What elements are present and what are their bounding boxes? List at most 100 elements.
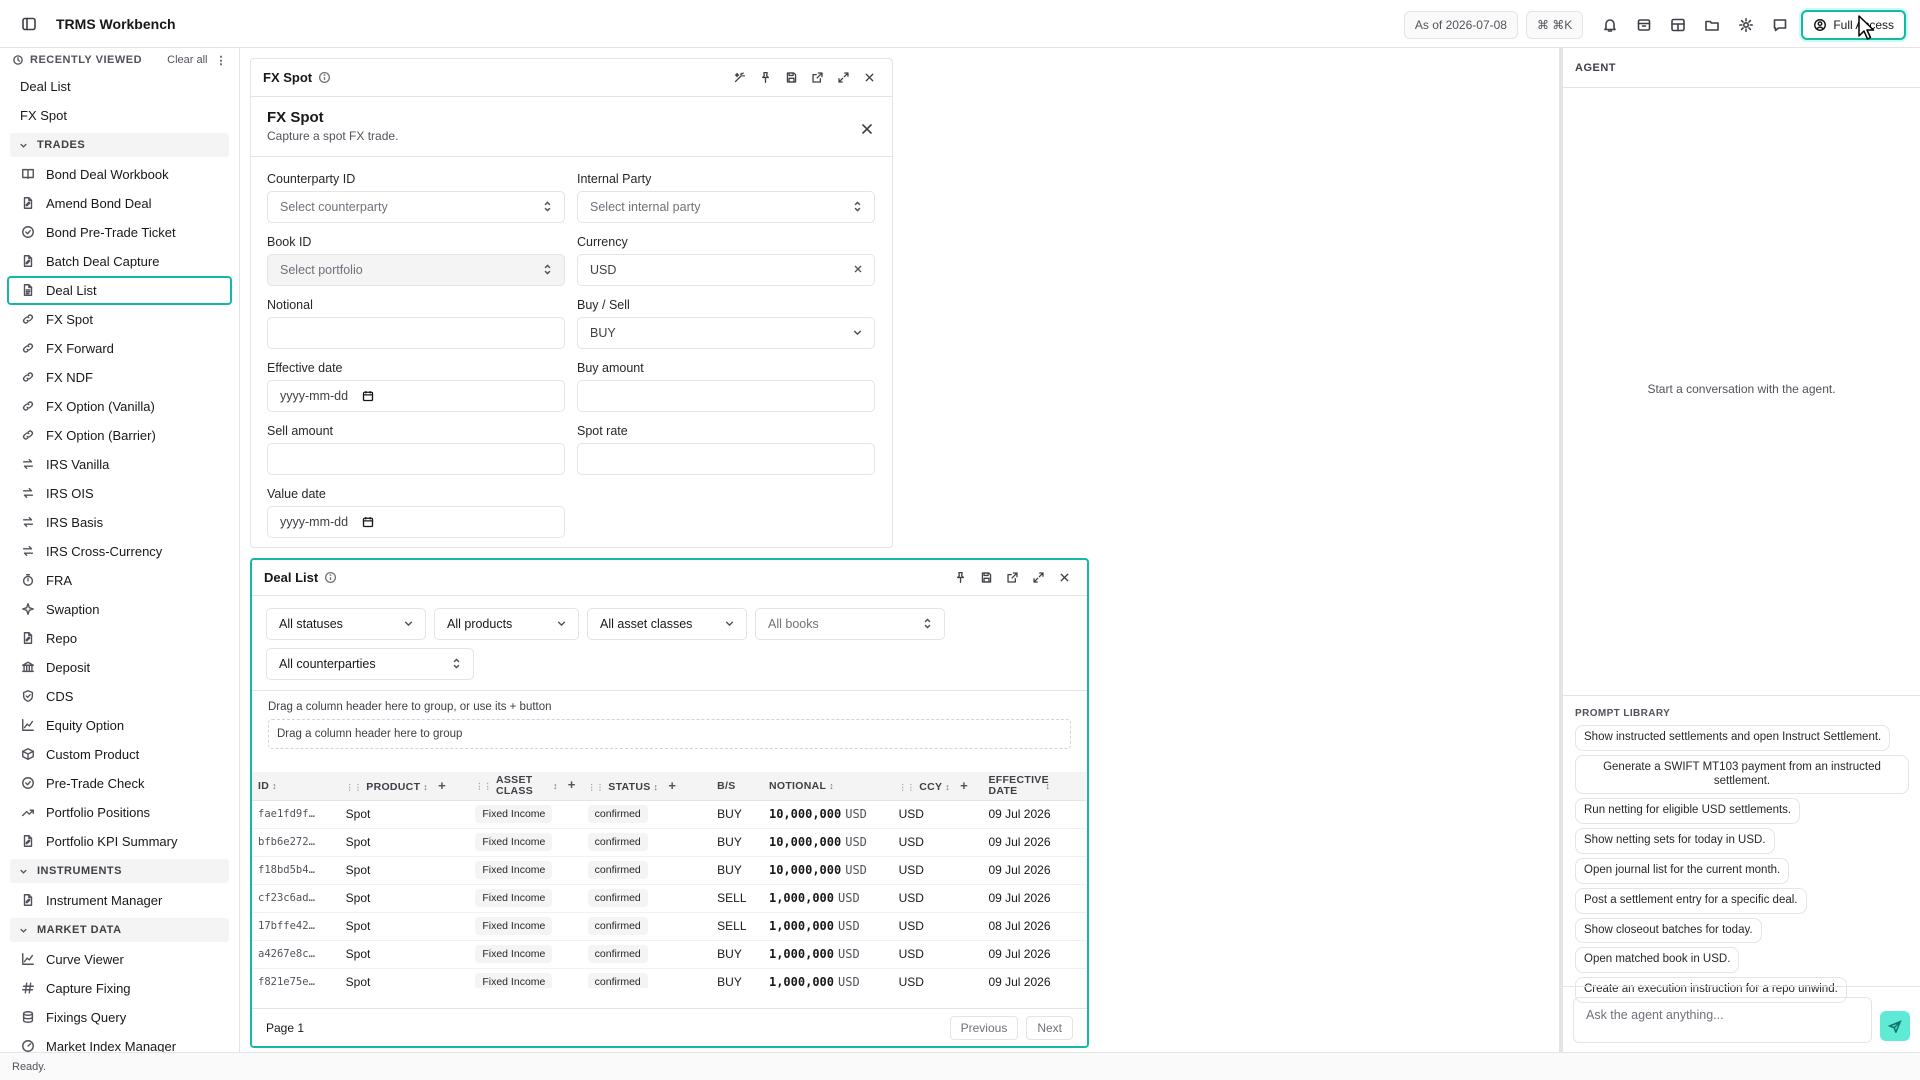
drag-handle-icon[interactable]: ⋮⋮ xyxy=(475,782,492,791)
sidebar-item-fx-spot[interactable]: FX Spot xyxy=(7,305,232,334)
sidebar-item-custom-product[interactable]: Custom Product xyxy=(7,740,232,769)
prompt-chip[interactable]: Show netting sets for today in USD. xyxy=(1575,828,1775,854)
column-header-product[interactable]: ⋮⋮ PRODUCT ↕ + xyxy=(339,772,470,801)
text-input[interactable] xyxy=(267,443,565,475)
recent-item[interactable]: Deal List xyxy=(0,72,239,101)
gear-icon[interactable] xyxy=(1733,11,1759,39)
sidebar-item-fixings-query[interactable]: Fixings Query xyxy=(7,1003,232,1032)
chat-icon[interactable] xyxy=(1767,11,1793,39)
table-row[interactable]: fae1fd9f… Spot Fixed Income confirmed BUY 10,… xyxy=(252,800,1086,829)
section-header-instruments[interactable]: INSTRUMENTS xyxy=(10,859,229,883)
sidebar-item-capture-fixing[interactable]: Capture Fixing xyxy=(7,974,232,1003)
magic-wand-icon[interactable] xyxy=(728,67,750,89)
drag-handle-icon[interactable]: ⋮⋮ xyxy=(588,783,605,792)
date-input[interactable]: yyyy-mm-dd xyxy=(267,380,565,412)
column-header-b-s[interactable]: B/S xyxy=(711,772,763,801)
sidebar-item-instrument-manager[interactable]: Instrument Manager xyxy=(7,886,232,915)
layout-icon[interactable] xyxy=(1665,11,1691,39)
group-dropzone[interactable]: Drag a column header here to group xyxy=(268,719,1071,749)
add-group-icon[interactable]: + xyxy=(438,778,446,793)
save-icon[interactable] xyxy=(780,67,802,89)
filter-all-statuses[interactable]: All statuses xyxy=(266,608,426,640)
sort-icon[interactable]: ↕ xyxy=(945,782,950,792)
sidebar-item-pre-trade-check[interactable]: Pre-Trade Check xyxy=(7,769,232,798)
sidebar-item-bond-deal-workbook[interactable]: Bond Deal Workbook xyxy=(7,160,232,189)
full-access-button[interactable]: Full Access xyxy=(1801,10,1906,40)
sort-icon[interactable]: ↕ xyxy=(553,781,558,791)
section-header-market-data[interactable]: MARKET DATA xyxy=(10,918,229,942)
folder-icon[interactable] xyxy=(1699,11,1725,39)
prompt-chip[interactable]: Show instructed settlements and open Ins… xyxy=(1575,725,1891,751)
clear-all-button[interactable]: Clear all xyxy=(167,54,207,66)
command-palette-button[interactable]: ⌘ ⌘K xyxy=(1525,11,1584,39)
sidebar-item-fx-ndf[interactable]: FX NDF xyxy=(7,363,232,392)
column-header-id[interactable]: ID ↕ xyxy=(252,772,340,801)
sort-icon[interactable]: ↕ xyxy=(829,781,834,791)
prompt-chip[interactable]: Run netting for eligible USD settlements… xyxy=(1575,798,1801,825)
prompt-chip[interactable]: Post a settlement entry for a specific d… xyxy=(1575,887,1807,914)
sort-icon[interactable]: ↕ xyxy=(423,782,428,792)
more-vertical-icon[interactable]: ⋮ xyxy=(216,54,228,67)
close-icon[interactable] xyxy=(858,67,880,89)
sidebar-item-batch-deal-capture[interactable]: Batch Deal Capture xyxy=(7,247,232,276)
table-row[interactable]: bfb6e272… Spot Fixed Income confirmed BUY 10,… xyxy=(252,828,1086,857)
calendar-icon[interactable] xyxy=(362,390,374,402)
sort-icon[interactable]: ↕ xyxy=(1045,781,1050,791)
sidebar-item-deal-list[interactable]: Deal List xyxy=(7,276,232,305)
table-row[interactable]: f18bd5b4… Spot Fixed Income confirmed BUY 10,… xyxy=(252,856,1086,885)
sidebar-item-amend-bond-deal[interactable]: Amend Bond Deal xyxy=(7,189,232,218)
sort-icon[interactable]: ↕ xyxy=(272,781,277,791)
prompt-chip[interactable]: Open journal list for the current month. xyxy=(1575,857,1790,884)
column-header-ccy[interactable]: ⋮⋮ CCY ↕ + xyxy=(892,772,983,801)
select-input[interactable]: USD xyxy=(577,254,875,286)
close-icon[interactable] xyxy=(1053,567,1075,589)
select-input[interactable]: BUY xyxy=(577,317,875,349)
calendar-icon[interactable] xyxy=(362,516,374,528)
previous-button[interactable]: Previous xyxy=(949,1015,1019,1040)
open-external-icon[interactable] xyxy=(1001,567,1023,589)
sidebar-item-portfolio-positions[interactable]: Portfolio Positions xyxy=(7,798,232,827)
sidebar-item-fra[interactable]: FRA xyxy=(7,566,232,595)
info-icon[interactable] xyxy=(324,571,338,585)
date-input[interactable]: yyyy-mm-dd xyxy=(267,506,565,538)
sidebar-item-irs-vanilla[interactable]: IRS Vanilla xyxy=(7,450,232,479)
sidebar-item-portfolio-kpi-summary[interactable]: Portfolio KPI Summary xyxy=(7,827,232,856)
add-group-icon[interactable]: + xyxy=(568,777,576,792)
clear-icon[interactable] xyxy=(852,263,864,275)
add-group-icon[interactable]: + xyxy=(668,778,676,793)
close-form-icon[interactable] xyxy=(854,115,880,143)
filter-all-counterparties[interactable]: All counterparties xyxy=(266,648,474,680)
section-header-trades[interactable]: TRADES xyxy=(10,133,229,157)
archive-icon[interactable] xyxy=(1631,11,1657,39)
send-icon[interactable] xyxy=(1880,1011,1910,1041)
prompt-chip[interactable]: Show closeout batches for today. xyxy=(1575,917,1762,944)
as-of-date-chip[interactable]: As of 2026-07-08 xyxy=(1403,11,1518,39)
info-icon[interactable] xyxy=(318,71,332,85)
sidebar-item-bond-pre-trade-ticket[interactable]: Bond Pre-Trade Ticket xyxy=(7,218,232,247)
filter-all-books[interactable]: All books xyxy=(755,608,945,640)
sidebar-item-irs-cross-currency[interactable]: IRS Cross-Currency xyxy=(7,537,232,566)
add-group-icon[interactable]: + xyxy=(960,778,968,793)
open-external-icon[interactable] xyxy=(806,67,828,89)
text-input[interactable] xyxy=(577,443,875,475)
filter-all-asset-classes[interactable]: All asset classes xyxy=(587,608,747,640)
next-button[interactable]: Next xyxy=(1026,1015,1073,1040)
sidebar-item-curve-viewer[interactable]: Curve Viewer xyxy=(7,945,232,974)
sidebar-item-fx-option-barrier[interactable]: FX Option (Barrier) xyxy=(7,421,232,450)
sort-icon[interactable]: ↕ xyxy=(654,782,659,792)
table-row[interactable]: a4267e8c… Spot Fixed Income confirmed BUY 1,0… xyxy=(252,940,1086,969)
text-input[interactable] xyxy=(267,317,565,349)
sidebar-item-deposit[interactable]: Deposit xyxy=(7,653,232,682)
sidebar-item-irs-basis[interactable]: IRS Basis xyxy=(7,508,232,537)
sidebar-item-swaption[interactable]: Swaption xyxy=(7,595,232,624)
sidebar-item-market-index-manager[interactable]: Market Index Manager xyxy=(7,1032,232,1052)
table-row[interactable]: cf23c6ad… Spot Fixed Income confirmed SELL 1,… xyxy=(252,884,1086,913)
text-input[interactable] xyxy=(577,380,875,412)
agent-input[interactable]: Ask the agent anything... xyxy=(1573,997,1872,1043)
expand-icon[interactable] xyxy=(1027,567,1049,589)
sidebar-item-equity-option[interactable]: Equity Option xyxy=(7,711,232,740)
recent-item[interactable]: FX Spot xyxy=(0,101,239,130)
select-input[interactable]: Select internal party xyxy=(577,191,875,223)
column-header-asset-class[interactable]: ⋮⋮ASSET CLASS ↕ + xyxy=(469,772,582,801)
select-input[interactable]: Select counterparty xyxy=(267,191,565,223)
